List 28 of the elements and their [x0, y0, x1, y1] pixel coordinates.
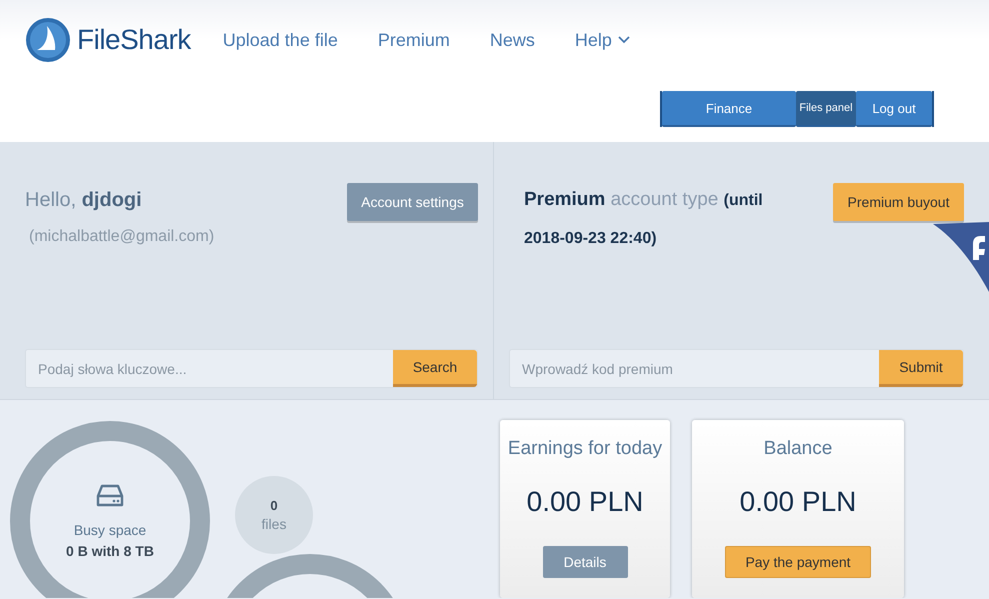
card-button[interactable]: Pay the payment	[725, 546, 871, 578]
files-count: 0	[270, 498, 278, 513]
premium-buyout-button[interactable]: Premium buyout	[833, 183, 964, 221]
storage-label: Busy space	[74, 522, 146, 538]
logout-button[interactable]: Log out	[856, 91, 932, 127]
hard-drive-icon	[96, 484, 124, 508]
logo-text[interactable]: FileShark	[77, 24, 191, 56]
files-panel-button[interactable]: Files panel	[796, 91, 856, 127]
facebook-tab-icon[interactable]	[933, 222, 989, 292]
premium-code-field[interactable]: Wprowadź kod premium Submit	[509, 349, 964, 388]
nav-link[interactable]: Premium	[378, 30, 450, 50]
amount-text: 0.00 PLN	[526, 486, 644, 518]
account-type-text: Premium account type (until 2018-09-23 22:40)	[523, 188, 764, 249]
card-title: Balance	[764, 438, 832, 460]
amount-text: 0.00 PLN	[740, 486, 856, 518]
nav-link[interactable]: News	[490, 30, 535, 50]
submit-button[interactable]: Submit	[879, 350, 963, 387]
email-text: (michalbattle@gmail.com)	[28, 228, 214, 246]
card-title: Earnings for today	[508, 438, 662, 460]
nav-link[interactable]: Help	[574, 30, 630, 50]
finance-button[interactable]: Finance	[662, 91, 796, 127]
files-label: files	[262, 516, 286, 532]
greeting-text: Hello, djdogi	[25, 189, 143, 212]
search-button[interactable]: Search	[393, 350, 477, 387]
shark-fin-logo-icon	[25, 17, 71, 63]
nav-link[interactable]: Upload the file	[222, 30, 338, 50]
search-field[interactable]: Podaj słowa kluczowe... Search	[25, 349, 478, 388]
storage-value: 0 B with 8 TB	[66, 542, 154, 558]
